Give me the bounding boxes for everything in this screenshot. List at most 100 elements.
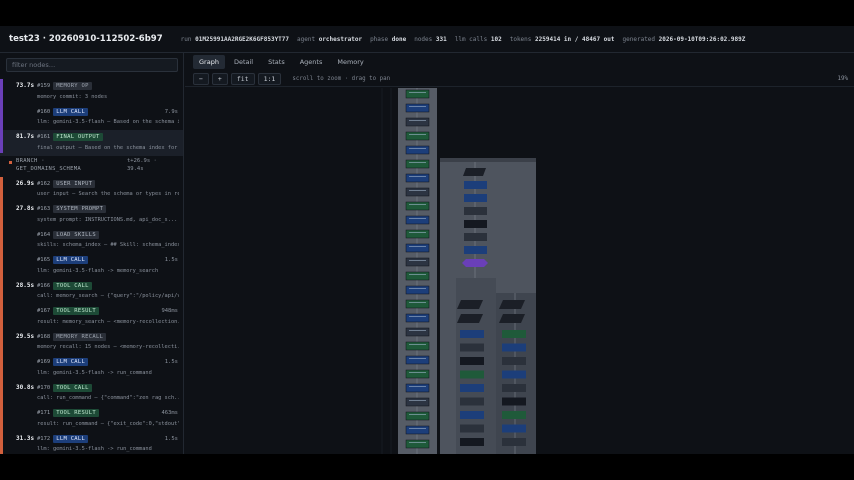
tab-graph[interactable]: Graph <box>193 54 225 69</box>
graph-node <box>460 384 484 392</box>
node-entry[interactable]: 30.8s #170 TOOL CALL call: run_command — {"… <box>0 381 183 407</box>
node-entry[interactable]: 26.9s #162 USER INPUT user input — Search t… <box>0 177 183 203</box>
node-entry[interactable]: #171 TOOL RESULT 463ms result: run_command … <box>0 406 183 432</box>
graph-node <box>405 313 430 323</box>
node-entry[interactable]: 27.8s #163 SYSTEM PROMPT system prompt: INS… <box>0 202 183 228</box>
node-id: #170 <box>37 384 51 391</box>
graph-node <box>499 314 525 323</box>
graph-node <box>405 383 430 393</box>
node-entry[interactable]: #169 LLM CALL 1.5s llm: gemini-3.5-flash ->… <box>0 355 183 381</box>
graph-node <box>405 355 430 365</box>
node-title: #168 MEMORY RECALL <box>37 332 107 342</box>
view-tabs: Graph Detail Stats Agents Memory <box>185 53 854 70</box>
node-type-badge: SYSTEM PROMPT <box>53 205 107 213</box>
graph-node-label <box>409 134 426 135</box>
graph-node <box>405 411 430 421</box>
graph-node <box>405 341 430 351</box>
node-entry[interactable]: 29.5s #168 MEMORY RECALL memory recall: 15 … <box>0 330 183 356</box>
graph-node <box>460 330 484 338</box>
graph-node <box>460 397 484 406</box>
graph-node <box>405 229 430 239</box>
graph-node-label <box>409 358 426 359</box>
node-entry[interactable]: #167 TOOL RESULT 948ms result: memory_searc… <box>0 304 183 330</box>
branch-header[interactable]: BRANCH · GET_DOMAINS_SCHEMA t+26.9s · 39.4s <box>0 156 183 177</box>
node-title: #165 LLM CALL <box>37 255 89 265</box>
graph-svg[interactable] <box>185 88 854 454</box>
zoom-out-button[interactable]: − <box>193 72 209 85</box>
zoom-in-button[interactable]: + <box>211 72 228 85</box>
node-summary: llm: gemini-3.5-flash -> run_command <box>37 446 152 452</box>
graph-node <box>405 173 430 183</box>
node-type-badge: TOOL CALL <box>53 383 92 392</box>
graph-node <box>460 357 484 365</box>
graph-node <box>405 439 430 449</box>
graph-node-label <box>409 288 426 289</box>
graph-node <box>405 397 430 407</box>
graph-node-label <box>409 246 426 247</box>
filter-nodes-input[interactable] <box>6 58 178 72</box>
branch-name: GET_DOMAINS_SCHEMA <box>16 165 82 172</box>
meta-value: done <box>391 35 407 43</box>
node-summary: final output — Based on the schema index… <box>37 144 179 151</box>
node-entry[interactable]: 73.7s #159 MEMORY OP memory commit: 3 nodes <box>0 79 183 105</box>
sub-branch-rail <box>0 176 3 454</box>
node-type-badge: LLM CALL <box>53 107 89 116</box>
node-summary: call: run_command — {"command":"zen rag … <box>37 395 179 401</box>
node-summary: llm: gemini-3.5-flash — Based on the sch… <box>37 119 179 125</box>
node-entry[interactable]: #164 LOAD SKILLS skills: schema_index — ##… <box>0 228 183 254</box>
reset-zoom-button[interactable]: 1:1 <box>257 72 282 85</box>
graph-node <box>405 117 430 127</box>
node-type-badge: LOAD SKILLS <box>53 230 99 239</box>
graph-node-label <box>409 176 426 177</box>
branch-duration: 39.4s <box>127 165 144 172</box>
node-entry[interactable]: #160 LLM CALL 7.9s llm: gemini-3.5-flash — … <box>0 105 183 131</box>
node-type-badge: LLM CALL <box>53 358 89 366</box>
graph-node <box>460 343 484 352</box>
node-timestamp: 31.3s <box>16 434 35 442</box>
node-summary: result: memory_search — <memory-recollec… <box>37 318 179 325</box>
node-title: #170 TOOL CALL <box>37 383 92 393</box>
node-timestamp: 27.8s <box>16 205 35 212</box>
node-summary: llm: gemini-3.5-flash -> run_command <box>37 369 152 376</box>
meta-agent: agent orchestrator <box>297 36 362 43</box>
fit-button[interactable]: fit <box>230 72 255 85</box>
node-entry[interactable]: 28.5s #166 TOOL CALL call: memory_search — … <box>0 279 183 305</box>
graph-node-label <box>409 442 426 443</box>
graph-canvas[interactable] <box>185 88 854 454</box>
tab-agents[interactable]: Agents <box>294 55 329 69</box>
meta-value: 2259414 in / 48467 out <box>535 35 615 43</box>
graph-node <box>464 181 487 189</box>
graph-node-label <box>409 204 426 205</box>
graph-node <box>405 257 430 267</box>
tab-stats[interactable]: Stats <box>262 55 291 69</box>
tab-memory[interactable]: Memory <box>331 55 369 69</box>
run-title: test23 · 20260910-112502-6b97 <box>9 34 163 44</box>
graph-node <box>457 314 483 323</box>
node-entry[interactable]: 31.3s #172 LLM CALL 1.5s llm: gemini-3.5-fla… <box>0 432 183 455</box>
run-meta: run 01M25991AA2RGE2K6GF853YT77 agent orch… <box>181 36 754 43</box>
meta-key: nodes <box>414 35 433 43</box>
node-entry[interactable]: #165 LLM CALL 1.5s llm: gemini-3.5-flash ->… <box>0 253 183 279</box>
graph-node-label <box>409 372 426 373</box>
graph-node-label <box>409 218 426 219</box>
sub-branch-header <box>440 158 536 162</box>
tab-detail[interactable]: Detail <box>228 55 259 69</box>
node-summary: llm: gemini-3.5-flash -> memory_search <box>37 267 159 274</box>
node-title: #166 TOOL CALL <box>37 281 92 291</box>
node-summary: memory commit: 3 nodes <box>37 93 108 100</box>
node-entry[interactable]: 81.7s #161 FINAL OUTPUT final output — Base… <box>0 130 183 156</box>
trace-viewer-app: test23 · 20260910-112502-6b97 run 01M259… <box>0 26 854 454</box>
graph-node <box>463 168 486 176</box>
meta-tokens: tokens 2259414 in / 48467 out <box>510 36 615 43</box>
node-type-badge: LLM CALL <box>53 256 89 264</box>
graph-node <box>502 357 526 365</box>
node-duration: 1.5s <box>164 359 178 365</box>
node-summary: call: memory_search — {"query":"/policy/… <box>37 293 179 299</box>
node-title: #163 SYSTEM PROMPT <box>37 204 107 214</box>
meta-value: 2026-09-10T09:26:02.989Z <box>658 35 746 43</box>
graph-node-label <box>409 120 426 121</box>
node-type-badge: TOOL RESULT <box>53 307 99 315</box>
node-title: #167 TOOL RESULT <box>37 306 99 316</box>
graph-node <box>460 370 484 379</box>
graph-node-label <box>409 400 426 401</box>
